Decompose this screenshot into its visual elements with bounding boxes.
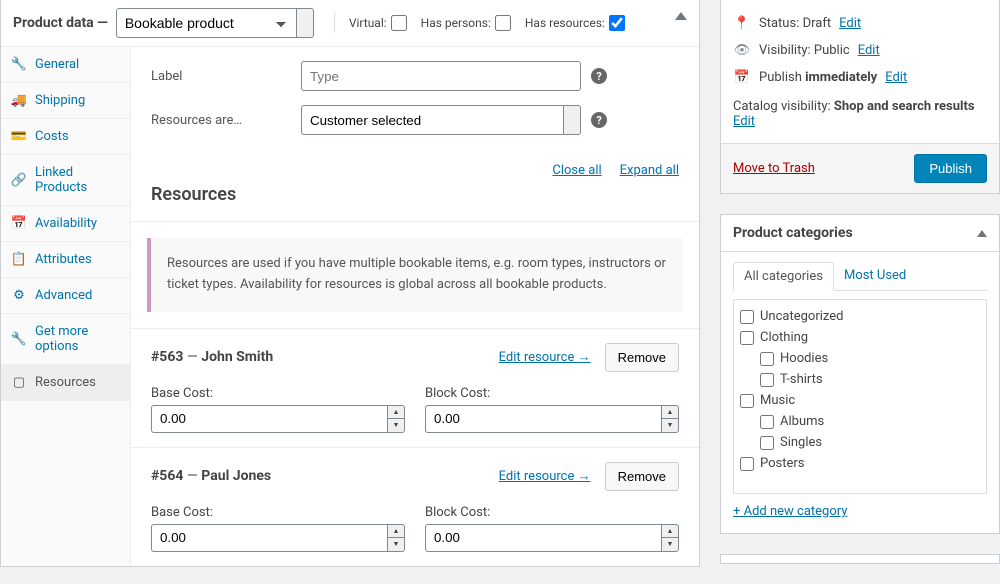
category-item[interactable]: Uncategorized <box>740 306 980 327</box>
resource-name: #563 — John Smith <box>151 349 273 365</box>
category-checkbox[interactable] <box>740 457 754 471</box>
expand-all-link[interactable]: Expand all <box>620 163 679 178</box>
product-data-tabs: 🔧General 🚚Shipping 💳Costs 🔗Linked Produc… <box>1 47 131 566</box>
block-cost-label: Block Cost: <box>425 505 679 520</box>
tab-advanced[interactable]: ⚙Advanced <box>1 278 130 314</box>
base-cost-label: Base Cost: <box>151 386 405 401</box>
has-resources-checkbox[interactable] <box>609 15 625 31</box>
category-item[interactable]: Posters <box>740 453 980 474</box>
virtual-checkbox[interactable] <box>391 15 407 31</box>
category-checkbox[interactable] <box>740 310 754 324</box>
pin-icon: 📍 <box>733 16 751 31</box>
tab-get-more-options[interactable]: 🔧Get more options <box>1 314 130 365</box>
edit-publish-date-link[interactable]: Edit <box>885 70 907 85</box>
box-collapse-toggle[interactable] <box>977 230 987 237</box>
wrench-icon: 🔧 <box>11 332 27 347</box>
category-checkbox[interactable] <box>760 352 774 366</box>
has-resources-option[interactable]: Has resources: <box>525 15 625 31</box>
categories-tab-most-used[interactable]: Most Used <box>834 262 916 290</box>
category-item[interactable]: Clothing <box>740 327 980 348</box>
select-dropdown-button[interactable] <box>563 105 581 135</box>
categories-tab-all[interactable]: All categories <box>733 262 834 291</box>
catalog-visibility: Catalog visibility: Shop and search resu… <box>733 91 987 133</box>
has-persons-checkbox[interactable] <box>495 15 511 31</box>
add-new-category-link[interactable]: + Add new category <box>733 504 847 519</box>
tab-general[interactable]: 🔧General <box>1 47 130 83</box>
edit-catalog-visibility-link[interactable]: Edit <box>733 114 755 129</box>
category-item[interactable]: Hoodies <box>740 348 980 369</box>
product-data-header: Product data — Bookable product Virtual:… <box>1 0 699 47</box>
help-icon[interactable]: ? <box>591 112 607 128</box>
base-cost-input[interactable] <box>151 405 387 433</box>
remove-resource-button[interactable]: Remove <box>605 343 679 372</box>
number-spinner[interactable]: ▲▼ <box>661 405 679 433</box>
number-spinner[interactable]: ▲▼ <box>387 405 405 433</box>
list-icon: 📋 <box>11 252 27 267</box>
resource-name: #564 — Paul Jones <box>151 468 271 484</box>
product-type-select[interactable]: Bookable product <box>116 8 296 38</box>
select-dropdown-button[interactable] <box>296 8 314 38</box>
category-checkbox[interactable] <box>760 415 774 429</box>
product-data-panel: Product data — Bookable product Virtual:… <box>0 0 700 567</box>
calendar-icon: 📅 <box>11 216 27 231</box>
truck-icon: 🚚 <box>11 93 27 108</box>
product-categories-box: Product categories All categories Most U… <box>720 214 1000 534</box>
category-item[interactable]: Albums <box>740 411 980 432</box>
eye-icon: 👁 <box>733 43 751 58</box>
money-icon: 💳 <box>11 129 27 144</box>
base-cost-label: Base Cost: <box>151 505 405 520</box>
tab-linked-products[interactable]: 🔗Linked Products <box>1 155 130 206</box>
publish-button[interactable]: Publish <box>914 154 987 183</box>
panel-collapse-toggle[interactable] <box>675 12 687 20</box>
edit-visibility-link[interactable]: Edit <box>858 43 880 58</box>
close-all-link[interactable]: Close all <box>552 163 601 178</box>
tab-attributes[interactable]: 📋Attributes <box>1 242 130 278</box>
product-data-title: Product data — <box>13 15 108 31</box>
edit-resource-link[interactable]: Edit resource → <box>499 468 591 484</box>
tab-availability[interactable]: 📅Availability <box>1 206 130 242</box>
gear-icon: ⚙ <box>11 288 27 303</box>
virtual-option[interactable]: Virtual: <box>349 15 407 31</box>
block-cost-label: Block Cost: <box>425 386 679 401</box>
categories-title: Product categories <box>733 225 853 241</box>
calendar-icon: 📅 <box>733 70 751 85</box>
resources-info-box: Resources are used if you have multiple … <box>147 238 683 312</box>
block-cost-input[interactable] <box>425 405 661 433</box>
category-checkbox[interactable] <box>760 436 774 450</box>
resources-are-label: Resources are… <box>151 113 301 128</box>
link-icon: 🔗 <box>11 173 27 188</box>
categories-list[interactable]: Uncategorized Clothing Hoodies T-shirts … <box>733 299 987 494</box>
move-to-trash-link[interactable]: Move to Trash <box>733 161 815 176</box>
label-input[interactable] <box>301 61 581 91</box>
category-checkbox[interactable] <box>740 331 754 345</box>
category-item[interactable]: Music <box>740 390 980 411</box>
number-spinner[interactable]: ▲▼ <box>661 524 679 552</box>
resources-panel: Label ? Resources are… Customer selected… <box>131 47 699 566</box>
category-item[interactable]: T-shirts <box>740 369 980 390</box>
category-checkbox[interactable] <box>740 394 754 408</box>
wrench-icon: 🔧 <box>11 57 27 72</box>
edit-status-link[interactable]: Edit <box>839 16 861 31</box>
tab-shipping[interactable]: 🚚Shipping <box>1 83 130 119</box>
has-persons-option[interactable]: Has persons: <box>421 15 511 31</box>
resources-are-select[interactable]: Customer selected <box>301 105 563 135</box>
tab-resources[interactable]: ▢Resources <box>1 365 130 401</box>
edit-resource-link[interactable]: Edit resource → <box>499 349 591 365</box>
tab-costs[interactable]: 💳Costs <box>1 119 130 155</box>
publish-box: 📍Status: Draft Edit 👁Visibility: Public … <box>720 0 1000 194</box>
block-cost-input[interactable] <box>425 524 661 552</box>
help-icon[interactable]: ? <box>591 68 607 84</box>
resources-heading: Resources <box>131 178 699 222</box>
label-field-label: Label <box>151 69 301 84</box>
remove-resource-button[interactable]: Remove <box>605 462 679 491</box>
category-item[interactable]: Singles <box>740 432 980 453</box>
base-cost-input[interactable] <box>151 524 387 552</box>
resource-item: #563 — John Smith Edit resource → Remove… <box>131 328 699 447</box>
product-data-options: Virtual: Has persons: Has resources: <box>334 13 625 33</box>
box-icon: ▢ <box>11 375 27 390</box>
resource-item: #564 — Paul Jones Edit resource → Remove… <box>131 447 699 566</box>
category-checkbox[interactable] <box>760 373 774 387</box>
number-spinner[interactable]: ▲▼ <box>387 524 405 552</box>
next-box <box>720 554 1000 564</box>
